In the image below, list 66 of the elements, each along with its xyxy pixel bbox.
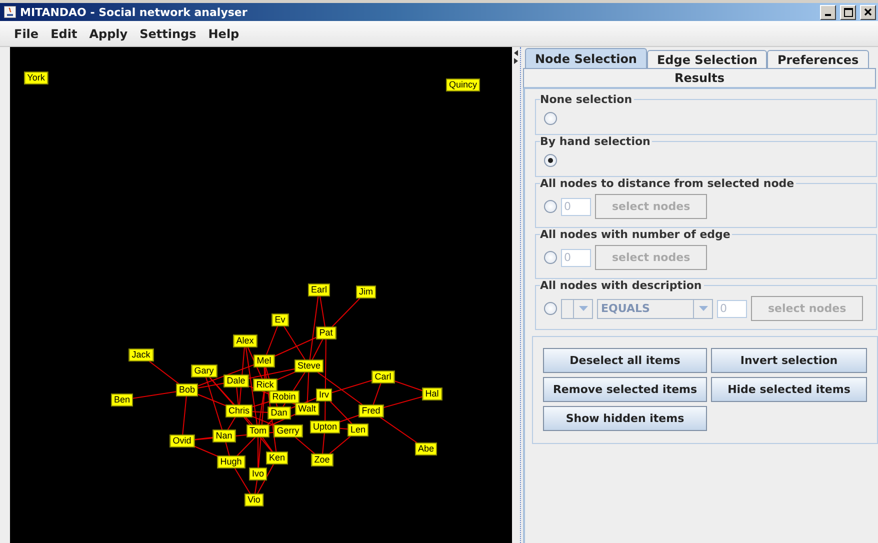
group-title: All nodes with number of edge — [540, 228, 732, 241]
menu-item[interactable]: File — [10, 24, 43, 42]
tab[interactable]: Node Selection — [525, 48, 647, 68]
caret-icon — [578, 306, 588, 311]
graph-node[interactable]: Carl — [372, 370, 394, 384]
graph-node[interactable]: Earl — [308, 284, 330, 296]
graph-node[interactable]: Len — [347, 424, 369, 436]
tab[interactable]: Results — [523, 68, 876, 89]
graph-node[interactable]: Gerry — [274, 424, 302, 438]
graph-node[interactable]: Vio — [244, 494, 264, 506]
graph-node[interactable]: Chris — [226, 404, 252, 418]
graph-node[interactable]: Alex — [233, 334, 257, 348]
menu-item[interactable]: Edit — [46, 24, 82, 42]
collapse-left-icon[interactable] — [514, 50, 518, 56]
action-button[interactable]: Deselect all items — [543, 348, 707, 373]
action-button[interactable]: Remove selected items — [543, 377, 707, 402]
maximize-icon — [844, 8, 852, 16]
graph-node[interactable]: Steve — [294, 360, 324, 372]
graph-node[interactable]: Irv — [316, 388, 332, 402]
caret-icon — [698, 306, 708, 311]
graph-node[interactable]: Gary — [191, 364, 217, 378]
graph-node[interactable]: Ovid — [170, 434, 194, 448]
radio-button[interactable] — [544, 154, 557, 166]
graph-node[interactable]: Ev — [272, 314, 288, 326]
graph-node[interactable]: Robin — [269, 390, 299, 404]
collapse-right-icon[interactable] — [514, 58, 518, 64]
graph-node[interactable]: Quincy — [446, 78, 480, 92]
graph-node[interactable]: Dale — [224, 374, 248, 388]
tab[interactable]: Preferences — [767, 50, 869, 68]
group-title: All nodes to distance from selected node — [540, 177, 796, 190]
graph-node[interactable]: York — [24, 72, 48, 84]
graph-node[interactable]: Jack — [128, 348, 154, 362]
graph-node[interactable]: Fred — [358, 404, 384, 418]
graph-node[interactable]: Ken — [266, 452, 288, 464]
window-title: MITANDAO - Social network analyser — [20, 6, 248, 18]
graph-node[interactable]: Dan — [268, 406, 290, 420]
graph-node[interactable]: Hal — [422, 388, 442, 400]
graph-node[interactable]: Hugh — [217, 456, 245, 468]
close-icon — [864, 8, 872, 16]
tab[interactable]: Edge Selection — [646, 50, 768, 68]
graph-node[interactable]: Abe — [415, 442, 437, 456]
graph-node[interactable]: Mel — [254, 354, 274, 368]
close-button[interactable] — [860, 4, 876, 20]
graph-node[interactable]: Ivo — [249, 468, 267, 480]
action-button[interactable]: Invert selection — [711, 348, 867, 373]
graph-node[interactable]: Bob — [176, 384, 198, 396]
graph-node[interactable]: Zoe — [311, 454, 333, 466]
menu-item[interactable]: Help — [204, 24, 244, 42]
graph-node[interactable]: Walt — [295, 402, 319, 416]
graph-node[interactable]: Rick — [253, 378, 277, 392]
group-title: All nodes with description — [540, 279, 704, 292]
maximize-button[interactable] — [840, 4, 856, 20]
action-button[interactable]: Hide selected items — [711, 377, 867, 402]
graph-node[interactable]: Upton — [310, 420, 340, 434]
menu-item[interactable]: Settings — [136, 24, 200, 42]
graph-node[interactable]: Nan — [212, 430, 236, 442]
group-title: By hand selection — [540, 135, 652, 148]
radio-button[interactable] — [544, 112, 557, 124]
graph-node[interactable]: Jim — [356, 286, 376, 298]
minimize-button[interactable] — [820, 4, 836, 20]
group-title: None selection — [540, 93, 634, 106]
action-button[interactable]: Show hidden items — [543, 406, 707, 431]
graph-node[interactable]: Tom — [246, 424, 270, 438]
graph-node[interactable]: Ben — [111, 394, 133, 406]
menu-item[interactable]: Apply — [85, 24, 132, 42]
graph-node[interactable]: Pat — [316, 326, 336, 340]
